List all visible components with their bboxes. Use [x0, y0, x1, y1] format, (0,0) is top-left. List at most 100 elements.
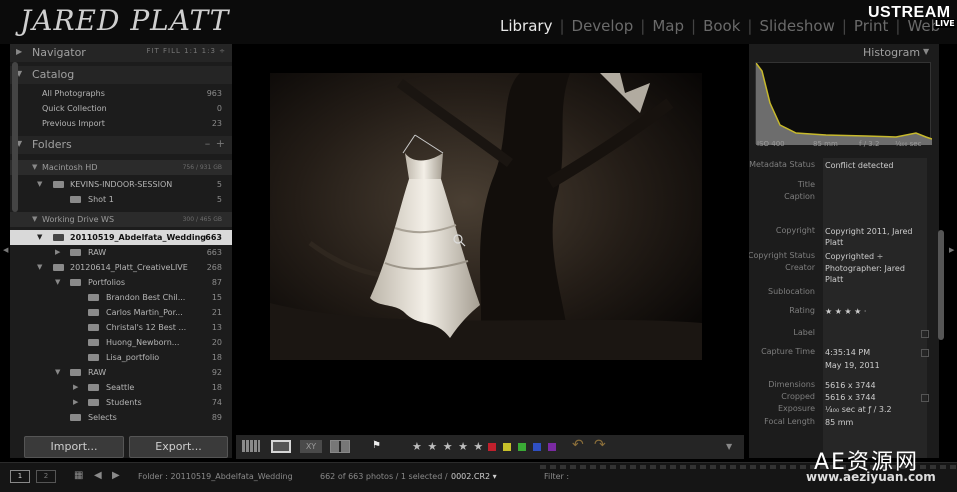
metadata-value: 5616 x 3744 [825, 393, 876, 402]
compare-view-icon[interactable]: XY [300, 440, 322, 453]
metadata-value[interactable]: Copyrighted ÷ [825, 251, 921, 262]
left-panel-scrollbar[interactable] [12, 62, 18, 212]
folder-kevins-indoor-session[interactable]: ▼ KEVINS-INDOOR-SESSION 5 [10, 177, 232, 192]
navigator-header[interactable]: ▶ Navigator FIT FILL 1:1 1:3 ÷ [10, 44, 232, 62]
module-develop[interactable]: Develop [572, 17, 634, 35]
module-slideshow[interactable]: Slideshow [759, 17, 834, 35]
folder-icon [70, 414, 81, 421]
main-photo[interactable] [270, 73, 702, 360]
color-label-red[interactable] [488, 443, 496, 451]
folder-icon [88, 354, 99, 361]
folder-selects[interactable]: Selects 89 [10, 410, 232, 425]
folders-add-remove-buttons[interactable]: – + [205, 137, 226, 150]
secondary-display-button[interactable]: 2 [36, 470, 56, 483]
folder-icon [53, 181, 64, 188]
folder-seattle[interactable]: ▶ Seattle 18 [10, 380, 232, 395]
color-label-green[interactable] [518, 443, 526, 451]
folder-portfolios[interactable]: ▼ Portfolios 87 [10, 275, 232, 290]
metadata-rating-stars[interactable]: ★ ★ ★ ★ · [825, 306, 921, 317]
metadata-value[interactable]: Copyright 2011, Jared Platt [825, 226, 921, 248]
folder-raw-2[interactable]: ▼ RAW 92 [10, 365, 232, 380]
volume-working-drive[interactable]: ▼ Working Drive WS 300 / 465 GB [10, 212, 232, 227]
folder-icon [88, 384, 99, 391]
back-arrow-icon[interactable]: ◀ [94, 470, 102, 481]
loupe-view-icon[interactable] [271, 440, 291, 453]
metadata-key: Copyright Status [749, 251, 815, 260]
right-panel-scrollbar[interactable] [938, 230, 944, 340]
folder-shot-1[interactable]: Shot 1 5 [10, 192, 232, 207]
forward-arrow-icon[interactable]: ▶ [112, 470, 120, 481]
folder-icon [53, 234, 64, 241]
catalog-item-quick-collection[interactable]: Quick Collection 0 [10, 101, 232, 116]
folder-count: 15 [211, 293, 222, 302]
edit-field-icon[interactable] [921, 349, 929, 357]
filmstrip-filename[interactable]: 0002.CR2 ▾ [451, 472, 497, 481]
folder-icon [70, 196, 81, 203]
volume-macintosh-hd[interactable]: ▼ Macintosh HD 756 / 931 GB [10, 160, 232, 175]
histogram-exif: ISO 400 85 mm f / 3.2 ¹⁄₄₀₀ sec [755, 140, 931, 152]
folder-count: 18 [211, 353, 222, 362]
catalog-item-all-photographs[interactable]: All Photographs 963 [10, 86, 232, 101]
metadata-key: Sublocation [768, 287, 815, 296]
collapse-triangle-icon: ▼ [55, 368, 61, 376]
survey-view-icon[interactable] [330, 440, 350, 453]
folder-count: 74 [211, 398, 222, 407]
folder-label: 20120614_Platt_CreativeLIVE [70, 263, 188, 272]
folder-platt-creativelive[interactable]: ▼ 20120614_Platt_CreativeLIVE 268 [10, 260, 232, 275]
export-button[interactable]: Export... [129, 436, 228, 458]
color-label-blue[interactable] [533, 443, 541, 451]
star-rating[interactable]: ★ ★ ★ ★ ★ [412, 440, 484, 453]
left-panel: ▶ Navigator FIT FILL 1:1 1:3 ÷ ▼ Catalog… [10, 44, 232, 458]
catalog-header[interactable]: ▼ Catalog [10, 66, 232, 84]
primary-display-button[interactable]: 1 [10, 470, 30, 483]
folder-students[interactable]: ▶ Students 74 [10, 395, 232, 410]
folder-icon [88, 339, 99, 346]
folder-count: 18 [211, 383, 222, 392]
histogram[interactable] [755, 62, 933, 145]
import-button[interactable]: Import... [24, 436, 124, 458]
metadata-key: Capture Time [761, 347, 815, 356]
left-panel-toggle-icon[interactable]: ◀ [3, 246, 8, 254]
folder-huong-newborn[interactable]: Huong_Newborn... 20 [10, 335, 232, 350]
folder-brandon-best[interactable]: Brandon Best Chil... 15 [10, 290, 232, 305]
folder-raw[interactable]: ▶ RAW 663 [10, 245, 232, 260]
folder-carlos-martin[interactable]: Carlos Martin_Por... 21 [10, 305, 232, 320]
folder-christals-12-best[interactable]: Christal's 12 Best ... 13 [10, 320, 232, 335]
module-map[interactable]: Map [652, 17, 684, 35]
module-book[interactable]: Book [703, 17, 740, 35]
folder-icon [70, 249, 81, 256]
folder-label: RAW [88, 368, 107, 377]
grid-view-icon[interactable] [242, 440, 260, 452]
grid-view-icon[interactable]: ▦ [74, 470, 83, 481]
catalog-title: Catalog [32, 68, 75, 81]
toolbar-options-icon[interactable]: ▼ [726, 442, 732, 451]
edit-field-icon[interactable] [921, 394, 929, 402]
volume-size: 756 / 931 GB [182, 164, 222, 171]
filmstrip-source-folder[interactable]: Folder : 20110519_Abdelfata_Wedding [138, 472, 293, 481]
color-label-yellow[interactable] [503, 443, 511, 451]
library-toolbar: XY ⚑ ★ ★ ★ ★ ★ ↶ ↷ ▼ [236, 435, 744, 459]
rotate-right-icon[interactable]: ↷ [594, 437, 606, 453]
folders-header[interactable]: ▼ Folders – + [10, 136, 232, 154]
metadata-value[interactable]: 4:35:14 PM [825, 347, 921, 358]
collapse-triangle-icon: ▼ [32, 163, 38, 171]
folder-count: 21 [211, 308, 222, 317]
metadata-key: Creator [785, 263, 815, 272]
metadata-value[interactable]: Photographer: Jared Platt [825, 263, 921, 285]
navigator-zoom-options[interactable]: FIT FILL 1:1 1:3 ÷ [146, 47, 226, 55]
rotate-left-icon[interactable]: ↶ [572, 437, 584, 453]
color-label-purple[interactable] [548, 443, 556, 451]
catalog-item-count: 963 [206, 89, 222, 98]
folder-lisa-portfolio[interactable]: Lisa_portfolio 18 [10, 350, 232, 365]
folder-label: Students [106, 398, 142, 407]
folder-abdelfata-wedding[interactable]: ▼ 20110519_Abdelfata_Wedding 663 [10, 230, 232, 245]
edit-field-icon[interactable] [921, 330, 929, 338]
catalog-item-previous-import[interactable]: Previous Import 23 [10, 116, 232, 131]
filmstrip-photo-count: 662 of 663 photos / 1 selected / [320, 472, 448, 481]
histogram-title: Histogram [863, 46, 921, 59]
flag-icon[interactable]: ⚑ [372, 440, 381, 451]
right-panel-toggle-icon[interactable]: ▶ [949, 246, 954, 254]
module-library[interactable]: Library [500, 17, 552, 35]
metadata-value[interactable]: May 19, 2011 [825, 360, 921, 371]
histogram-header[interactable]: Histogram ▼ [749, 44, 939, 62]
